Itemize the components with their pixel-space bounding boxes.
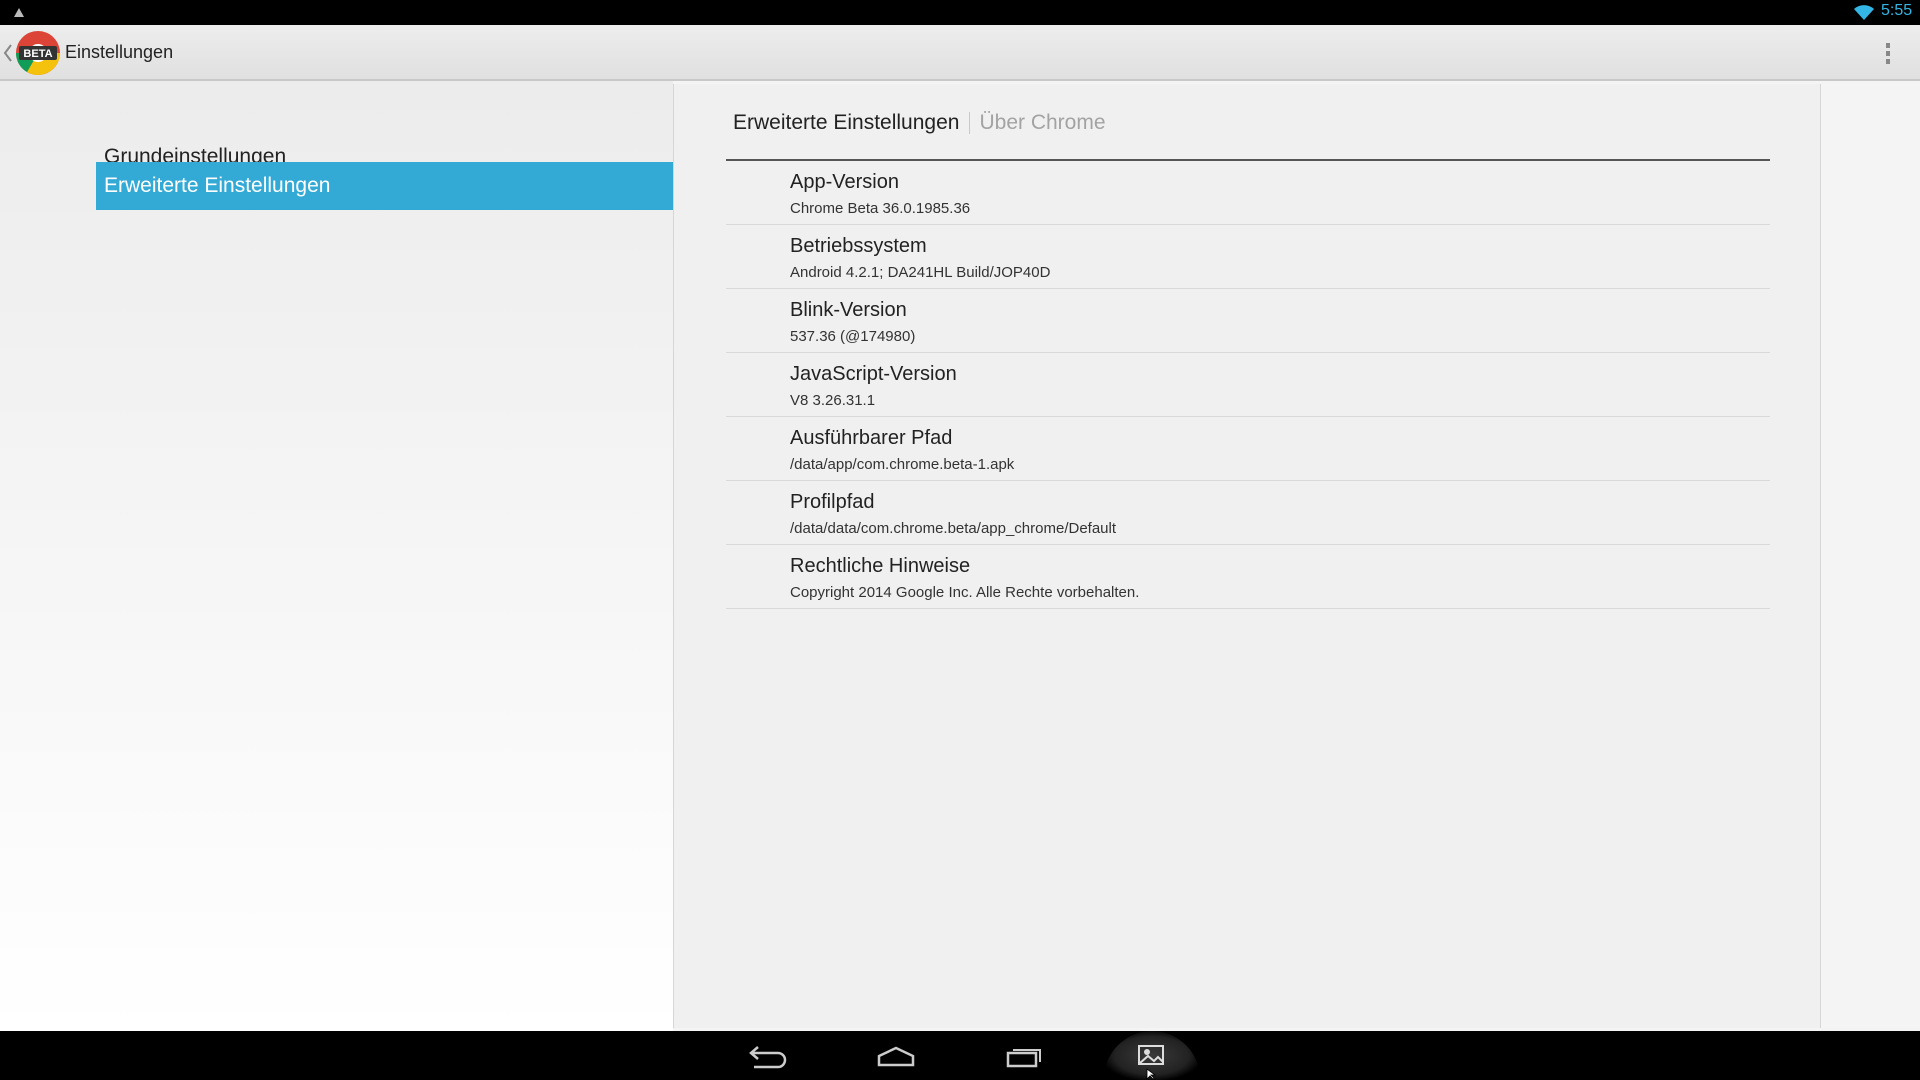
settings-headers-pane: Grundeinstellungen Erweiterte Einstellun… <box>0 81 673 1031</box>
breadcrumb-current: Erweiterte Einstellungen <box>733 111 960 134</box>
screenshot-icon <box>1138 1045 1164 1065</box>
status-bar: 5:55 <box>0 0 1920 25</box>
wifi-icon <box>1854 5 1874 20</box>
pref-summary: Android 4.2.1; DA241HL Build/JOP40D <box>790 264 1051 281</box>
mouse-cursor-icon <box>1146 1068 1156 1080</box>
pref-summary: 537.36 (@174980) <box>790 328 916 345</box>
pref-summary: Chrome Beta 36.0.1985.36 <box>790 200 971 217</box>
pref-title: App-Version <box>790 171 899 193</box>
notification-icon <box>14 8 24 17</box>
pref-blink-version[interactable]: Blink-Version 537.36 (@174980) <box>726 289 1770 353</box>
recent-apps-icon <box>1006 1049 1041 1068</box>
pref-title: Blink-Version <box>790 299 907 321</box>
recent-apps-button[interactable] <box>994 1039 1054 1075</box>
up-caret-icon[interactable] <box>3 43 13 63</box>
beta-badge: BETA <box>23 48 52 60</box>
overflow-menu-icon[interactable] <box>1878 39 1898 69</box>
settings-detail-pane: Erweiterte Einstellungen Über Chrome App-… <box>673 84 1821 1028</box>
pref-title: Betriebssystem <box>790 235 927 257</box>
pref-title: Rechtliche Hinweise <box>790 555 971 577</box>
pref-app-version[interactable]: App-Version Chrome Beta 36.0.1985.36 <box>726 161 1770 225</box>
header-label: Erweiterte Einstellungen <box>104 174 331 197</box>
pref-summary: Copyright 2014 Google Inc. Alle Rechte v… <box>790 584 1140 601</box>
header-erweiterte-einstellungen[interactable]: Erweiterte Einstellungen <box>96 162 673 210</box>
pref-legal-notices[interactable]: Rechtliche Hinweise Copyright 2014 Googl… <box>726 545 1770 609</box>
chrome-beta-logo[interactable]: BETA <box>15 30 61 76</box>
preference-list: App-Version Chrome Beta 36.0.1985.36 Bet… <box>726 161 1770 609</box>
page-title: Einstellungen <box>65 42 174 62</box>
clock: 5:55 <box>1881 2 1913 19</box>
navigation-bar <box>0 1031 1920 1080</box>
back-button[interactable] <box>738 1039 798 1075</box>
breadcrumb-divider <box>969 112 971 135</box>
pref-os[interactable]: Betriebssystem Android 4.2.1; DA241HL Bu… <box>726 225 1770 289</box>
back-icon <box>749 1046 787 1069</box>
screenshot-button[interactable] <box>1104 1031 1200 1080</box>
action-bar: BETA Einstellungen <box>0 25 1920 81</box>
pref-summary: V8 3.26.31.1 <box>790 392 876 409</box>
pref-title: JavaScript-Version <box>790 363 957 385</box>
pref-summary: /data/app/com.chrome.beta-1.apk <box>790 456 1015 473</box>
pref-title: Ausführbarer Pfad <box>790 427 953 449</box>
pref-title: Profilpfad <box>790 491 875 513</box>
pref-executable-path[interactable]: Ausführbarer Pfad /data/app/com.chrome.b… <box>726 417 1770 481</box>
home-button[interactable] <box>866 1039 926 1075</box>
breadcrumb-parent[interactable]: Über Chrome <box>979 111 1105 134</box>
home-icon <box>877 1046 915 1067</box>
pref-profile-path[interactable]: Profilpfad /data/data/com.chrome.beta/ap… <box>726 481 1770 545</box>
pref-summary: /data/data/com.chrome.beta/app_chrome/De… <box>790 520 1117 537</box>
breadcrumb: Erweiterte Einstellungen Über Chrome <box>733 111 1106 135</box>
pref-javascript-version[interactable]: JavaScript-Version V8 3.26.31.1 <box>726 353 1770 417</box>
